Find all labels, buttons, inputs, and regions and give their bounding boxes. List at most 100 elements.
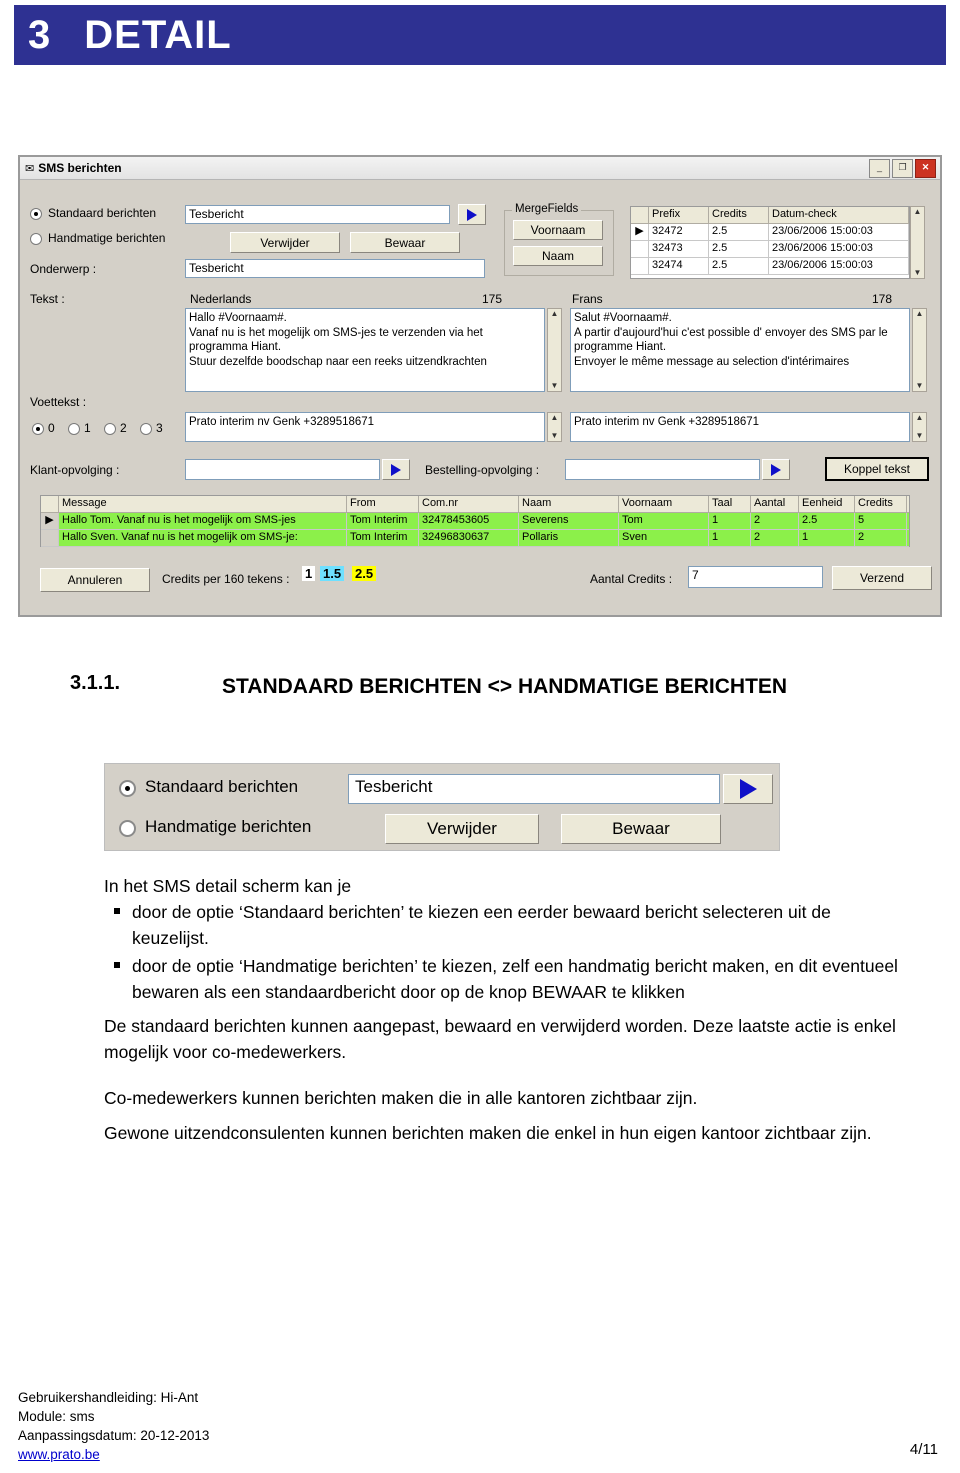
minimize-button[interactable]: _ <box>869 158 890 178</box>
chapter-header-banner: 3 DETAIL <box>14 5 946 65</box>
label-tekst: Tekst : <box>30 292 65 306</box>
verwijder-button-2[interactable]: Verwijder <box>385 814 539 844</box>
scroll-down-icon[interactable]: ▼ <box>551 431 559 441</box>
scroll-up-icon[interactable]: ▲ <box>916 309 924 319</box>
label-standaard-berichten: Standaard berichten <box>48 206 157 220</box>
col-eenheid: Eenheid <box>799 496 855 512</box>
cell-comnr: 32496830637 <box>419 530 519 546</box>
verzend-button[interactable]: Verzend <box>832 566 932 590</box>
nl-footer-textarea[interactable]: Prato interim nv Genk +3289518671 <box>185 412 545 442</box>
klant-opvolging-arrow-button[interactable] <box>382 459 410 480</box>
radio-voettekst-1[interactable] <box>68 423 80 435</box>
col-comnr: Com.nr <box>419 496 519 512</box>
credit-chip-1-5: 1.5 <box>320 566 345 581</box>
klant-opvolging-input[interactable] <box>185 459 380 480</box>
row-indicator-icon: ▶ <box>41 513 59 529</box>
paragraph-3: Co-medewerkers kunnen berichten maken di… <box>104 1088 698 1108</box>
bullet-item-1: door de optie ‘Standaard berichten’ te k… <box>104 899 904 951</box>
document-footer: Gebruikershandleiding: Hi-Ant Module: sm… <box>18 1388 209 1464</box>
mergefield-voornaam-button[interactable]: Voornaam <box>513 220 603 240</box>
bullet-item-2: door de optie ‘Handmatige berichten’ te … <box>104 953 904 1005</box>
radio-voettekst-0[interactable] <box>32 423 44 435</box>
scroll-up-icon[interactable]: ▲ <box>914 207 922 217</box>
label-handmatige-berichten-2: Handmatige berichten <box>145 817 312 836</box>
message-select-field[interactable]: Tesbericht <box>185 205 450 224</box>
label-bestelling-opvolging: Bestelling-opvolging : <box>425 463 540 477</box>
annuleren-button[interactable]: Annuleren <box>40 568 150 592</box>
cell-taal: 1 <box>709 513 751 529</box>
section-title: STANDAARD BERICHTEN <> HANDMATIGE BERICH… <box>222 675 788 698</box>
bestelling-opvolging-input[interactable] <box>565 459 760 480</box>
cell-credits: 2.5 <box>709 224 769 240</box>
scroll-up-icon[interactable]: ▲ <box>916 413 924 423</box>
messages-grid[interactable]: Message From Com.nr Naam Voornaam Taal A… <box>40 495 910 547</box>
nl-footer-scrollbar[interactable]: ▲ ▼ <box>547 412 562 442</box>
close-button[interactable]: ✕ <box>915 158 936 178</box>
cell-prefix: 32474 <box>649 258 709 274</box>
label-fr-char-count: 178 <box>872 292 893 306</box>
scroll-down-icon[interactable]: ▼ <box>551 381 559 391</box>
credits-grid-corner <box>631 207 649 223</box>
label-voettekst-1: 1 <box>84 421 91 435</box>
mergefield-naam-button[interactable]: Naam <box>513 246 603 266</box>
paragraph-2: De standaard berichten kunnen aangepast,… <box>104 1016 896 1062</box>
scroll-down-icon[interactable]: ▼ <box>916 431 924 441</box>
radio-handmatige-berichten-2[interactable] <box>119 820 136 837</box>
col-credits: Credits <box>855 496 907 512</box>
send-preview-arrow-button[interactable] <box>458 204 486 225</box>
bewaar-button[interactable]: Bewaar <box>350 232 460 253</box>
aantal-credits-input[interactable]: 7 <box>688 566 823 588</box>
credits-grid-scrollbar[interactable]: ▲ ▼ <box>910 206 925 279</box>
window-body: Standaard berichten Handmatige berichten… <box>20 180 940 616</box>
label-voettekst-3: 3 <box>156 421 163 435</box>
cell-naam: Severens <box>519 513 619 529</box>
scroll-up-icon[interactable]: ▲ <box>551 309 559 319</box>
credits-col-credits: Credits <box>709 207 769 223</box>
cell-from: Tom Interim <box>347 513 419 529</box>
nl-message-textarea[interactable]: Hallo #Voornaam#. Vanaf nu is het mogeli… <box>185 308 545 392</box>
bullet-list: door de optie ‘Standaard berichten’ te k… <box>104 899 904 1005</box>
table-row[interactable]: ▶ 32472 2.5 23/06/2006 15:00:03 <box>631 224 909 241</box>
play-arrow-icon <box>391 463 401 476</box>
fr-message-scrollbar[interactable]: ▲ ▼ <box>912 308 927 392</box>
verwijder-button[interactable]: Verwijder <box>230 232 340 253</box>
table-row[interactable]: 32473 2.5 23/06/2006 15:00:03 <box>631 241 909 258</box>
scroll-down-icon[interactable]: ▼ <box>916 381 924 391</box>
cell-credits: 2.5 <box>709 258 769 274</box>
scroll-up-icon[interactable]: ▲ <box>551 413 559 423</box>
label-voettekst-0: 0 <box>48 421 55 435</box>
label-klant-opvolging: Klant-opvolging : <box>30 463 120 477</box>
koppel-tekst-button[interactable]: Koppel tekst <box>825 457 929 481</box>
label-onderwerp: Onderwerp : <box>30 262 97 276</box>
label-nederlands: Nederlands <box>190 292 252 306</box>
radio-voettekst-3[interactable] <box>140 423 152 435</box>
label-aantal-credits: Aantal Credits : <box>590 572 673 586</box>
maximize-button[interactable]: ❐ <box>892 158 913 178</box>
radio-standaard-berichten[interactable] <box>30 208 42 220</box>
credits-col-datum-check: Datum-check <box>769 207 909 223</box>
berichten-options-screenshot: Standaard berichten Handmatige berichten… <box>104 763 780 851</box>
row-indicator-blank <box>41 530 59 546</box>
fr-message-textarea[interactable]: Salut #Voornaam#. A partir d'aujourd'hui… <box>570 308 910 392</box>
radio-standaard-berichten-2[interactable] <box>119 780 136 797</box>
table-row[interactable]: ▶ Hallo Tom. Vanaf nu is het mogelijk om… <box>41 513 909 530</box>
table-row[interactable]: Hallo Sven. Vanaf nu is het mogelijk om … <box>41 530 909 547</box>
onderwerp-input[interactable]: Tesbericht <box>185 259 485 278</box>
bewaar-button-2[interactable]: Bewaar <box>561 814 721 844</box>
fr-footer-scrollbar[interactable]: ▲ ▼ <box>912 412 927 442</box>
col-from: From <box>347 496 419 512</box>
fr-footer-textarea[interactable]: Prato interim nv Genk +3289518671 <box>570 412 910 442</box>
window-titlebar: ✉ SMS berichten _ ❐ ✕ <box>20 157 940 180</box>
credits-grid[interactable]: Prefix Credits Datum-check ▶ 32472 2.5 2… <box>630 206 910 279</box>
bestelling-opvolging-arrow-button[interactable] <box>762 459 790 480</box>
send-preview-arrow-button-2[interactable] <box>723 774 773 804</box>
footer-url-link[interactable]: www.prato.be <box>18 1447 100 1462</box>
cell-message: Hallo Sven. Vanaf nu is het mogelijk om … <box>59 530 347 546</box>
radio-handmatige-berichten[interactable] <box>30 233 42 245</box>
footer-module: Module: sms <box>18 1409 95 1424</box>
scroll-down-icon[interactable]: ▼ <box>914 268 922 278</box>
nl-message-scrollbar[interactable]: ▲ ▼ <box>547 308 562 392</box>
table-row[interactable]: 32474 2.5 23/06/2006 15:00:03 <box>631 258 909 275</box>
radio-voettekst-2[interactable] <box>104 423 116 435</box>
message-select-field-2[interactable]: Tesbericht <box>348 774 720 804</box>
